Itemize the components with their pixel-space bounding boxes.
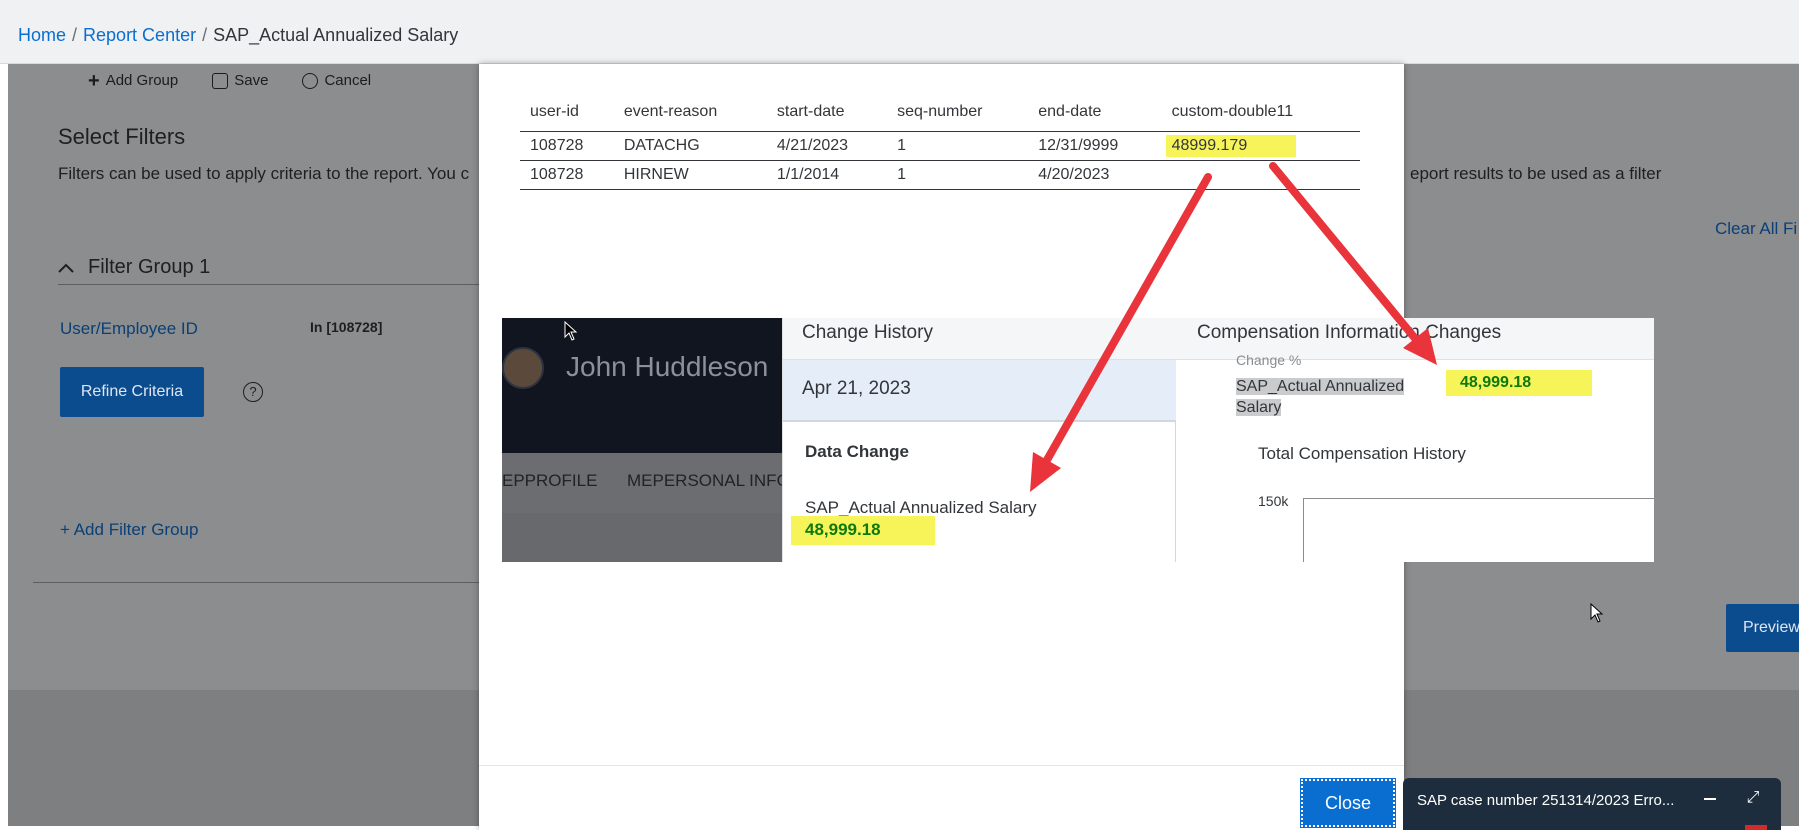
help-icon[interactable]: ? <box>243 382 263 402</box>
clear-all-filters-link[interactable]: Clear All Fi <box>1715 219 1797 239</box>
total-compensation-history-title: Total Compensation History <box>1258 444 1466 463</box>
table-cell: 4/20/2023 <box>1028 160 1162 190</box>
salary-field-value: 48,999.18 <box>791 516 935 545</box>
nav-item-personal-info[interactable]: MEPERSONAL INFO <box>627 471 790 491</box>
mouse-cursor-icon <box>564 321 578 341</box>
cancel-button[interactable]: Cancel <box>302 72 371 89</box>
profile-header: John Huddleson <box>502 318 782 453</box>
filters-description-continued: eport results to be used as a filter <box>1410 164 1662 183</box>
plus-icon: + <box>88 69 100 92</box>
chart-axis-label: 150k <box>1258 493 1289 509</box>
table-cell: 1 <box>887 131 1029 161</box>
breadcrumb-separator: / <box>202 25 208 45</box>
change-date-item[interactable]: Apr 21, 2023 <box>783 360 1176 422</box>
save-icon <box>212 72 229 89</box>
table-row: 108728 HIRNEW 1/1/2014 1 4/20/2023 <box>520 160 1360 190</box>
add-filter-group-link[interactable]: + Add Filter Group <box>60 520 198 540</box>
add-group-label: Add Group <box>105 72 179 89</box>
table-cell: 12/31/9999 <box>1028 131 1162 161</box>
pasted-screenshot: John Huddleson EPPROFILE MEPERSONAL INFO… <box>502 318 1654 562</box>
add-filter-group-label: Add Filter Group <box>73 520 199 539</box>
close-button[interactable]: Close <box>1300 778 1396 828</box>
save-label: Save <box>234 72 269 89</box>
column-header: start-date <box>766 94 888 132</box>
change-history-panel: Change History Apr 21, 2023 Data Change … <box>782 318 1176 562</box>
table-cell: 1 <box>887 160 1029 190</box>
table-cell: 4/21/2023 <box>766 131 888 161</box>
data-change-label: Data Change <box>805 442 909 461</box>
save-button[interactable]: Save <box>212 72 268 89</box>
compensation-changes-panel: Compensation Information Changes Change … <box>1176 318 1654 562</box>
minimize-icon[interactable] <box>1698 786 1722 810</box>
nav-item-profile[interactable]: EPPROFILE <box>502 471 597 491</box>
comp-salary-label: SAP_Actual Annualized Salary <box>1236 376 1422 418</box>
breadcrumb-home-link[interactable]: Home <box>18 25 66 45</box>
breadcrumb: Home / Report Center / SAP_Actual Annualized… <box>18 25 458 46</box>
avatar <box>502 347 544 389</box>
table-header-row: user-id event-reason start-date seq-numb… <box>520 94 1360 132</box>
change-percent-label: Change % <box>1236 352 1302 368</box>
filter-group-title: Filter Group 1 <box>88 256 211 278</box>
breadcrumb-bar: Home / Report Center / SAP_Actual Annualized… <box>0 0 1799 64</box>
column-header: user-id <box>520 94 614 132</box>
preview-button[interactable]: Preview <box>1726 604 1799 652</box>
comp-salary-value: 48,999.18 <box>1446 370 1592 396</box>
table-cell: 108728 <box>520 160 614 190</box>
table-row: 108728 DATACHG 4/21/2023 1 12/31/9999 48… <box>520 131 1360 161</box>
profile-body <box>502 513 782 562</box>
breadcrumb-report-center-link[interactable]: Report Center <box>83 25 196 45</box>
table-cell: 108728 <box>520 131 614 161</box>
user-id-filter-value: In [108728] <box>310 319 383 335</box>
breadcrumb-separator: / <box>72 25 78 45</box>
divider <box>58 284 488 285</box>
case-notification[interactable]: SAP case number 251314/2023 Erro... ⤢ <box>1403 778 1781 830</box>
user-id-filter-link[interactable]: User/Employee ID <box>60 319 198 339</box>
notification-text: SAP case number 251314/2023 Erro... <box>1417 792 1675 809</box>
profile-nav: EPPROFILE MEPERSONAL INFO <box>502 453 790 513</box>
salary-field-label: SAP_Actual Annualized Salary <box>805 498 1037 517</box>
filter-group-header[interactable]: Filter Group 1 <box>58 256 210 279</box>
data-table: user-id event-reason start-date seq-numb… <box>520 94 1360 190</box>
filters-description: Filters can be used to apply criteria to… <box>58 164 470 183</box>
employee-name: John Huddleson <box>566 351 769 382</box>
comp-salary-label-text: SAP_Actual Annualized Salary <box>1236 378 1405 416</box>
chevron-up-icon <box>58 256 74 279</box>
refine-criteria-button[interactable]: Refine Criteria <box>60 367 204 417</box>
highlighted-salary-value: 48999.179 <box>1165 134 1296 157</box>
mouse-cursor-icon <box>1590 603 1604 623</box>
report-toolbar: + Add Group Save Cancel <box>88 69 371 92</box>
breadcrumb-current: SAP_Actual Annualized Salary <box>213 25 459 45</box>
table-cell: HIRNEW <box>613 160 767 190</box>
table-cell-highlighted: 48999.179 <box>1161 131 1360 161</box>
table-cell: DATACHG <box>613 131 767 161</box>
cancel-icon <box>302 72 319 89</box>
cancel-label: Cancel <box>324 72 372 89</box>
select-filters-title: Select Filters <box>58 124 186 149</box>
dialog-footer: Close <box>479 765 1404 830</box>
table-cell <box>1161 160 1360 190</box>
add-group-button[interactable]: + Add Group <box>88 69 179 92</box>
column-header: custom-double11 <box>1161 94 1360 132</box>
column-header: seq-number <box>887 94 1029 132</box>
divider <box>33 582 493 583</box>
compensation-chart-frame <box>1303 498 1654 562</box>
column-header: end-date <box>1028 94 1162 132</box>
table-cell: 1/1/2014 <box>766 160 888 190</box>
change-history-title: Change History <box>783 318 1176 360</box>
notification-indicator <box>1745 825 1767 830</box>
column-header: event-reason <box>613 94 767 132</box>
expand-icon[interactable]: ⤢ <box>1741 786 1765 810</box>
